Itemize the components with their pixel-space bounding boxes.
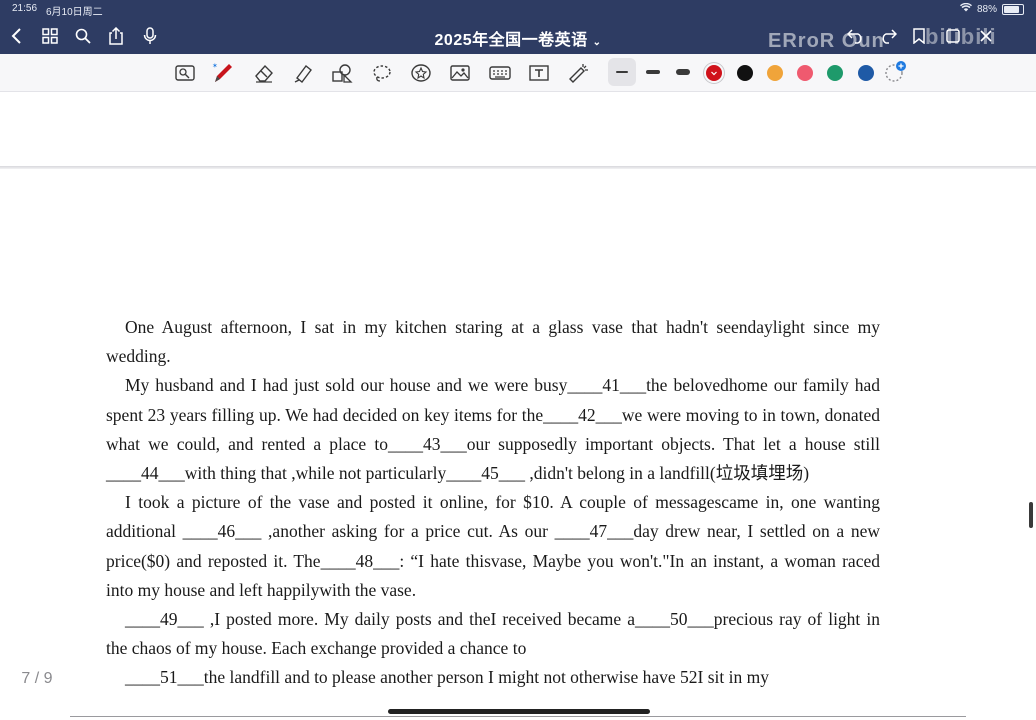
status-bar: 21:56 6月10日周二 88%: [0, 0, 1036, 18]
previous-page-area: [0, 92, 1036, 166]
lasso-icon[interactable]: [370, 61, 394, 85]
scrollbar-handle[interactable]: [1029, 502, 1033, 528]
add-color-icon[interactable]: [884, 60, 908, 84]
paragraph-5: ____51___the landfill and to please anot…: [125, 667, 769, 688]
textbox-icon[interactable]: [527, 61, 551, 85]
stroke-medium-button[interactable]: [646, 70, 660, 74]
color-swatch-orange[interactable]: [767, 65, 783, 81]
bilibili-watermark: bilibili: [925, 24, 997, 49]
color-swatch-pink[interactable]: [797, 65, 813, 81]
eraser-icon[interactable]: [252, 61, 276, 85]
highlighter-icon[interactable]: [292, 61, 316, 85]
sticker-icon[interactable]: [409, 61, 433, 85]
page-separator: [0, 166, 1036, 169]
wifi-icon: [959, 2, 972, 15]
pen-icon[interactable]: ✶: [211, 61, 235, 85]
page-indicator[interactable]: 7 / 9: [14, 666, 60, 692]
paragraph-1: One August afternoon, I sat in my kitche…: [106, 317, 880, 367]
top-bar: 21:56 6月10日周二 88% 2025年全国一卷英语 ⌄ ERroR Ou…: [0, 0, 1036, 54]
svg-text:✶: ✶: [212, 62, 218, 70]
color-swatch-blue[interactable]: [858, 65, 874, 81]
stroke-thin-icon: [616, 71, 628, 73]
lasso-image-icon[interactable]: [173, 61, 197, 85]
paragraph-3: I took a picture of the vase and posted …: [106, 492, 880, 600]
image-icon[interactable]: [448, 61, 472, 85]
color-swatch-green[interactable]: [827, 65, 843, 81]
stroke-thick-button[interactable]: [676, 69, 690, 75]
laser-pointer-icon[interactable]: [566, 61, 590, 85]
battery-icon: [1002, 3, 1024, 15]
color-swatch-red[interactable]: [706, 65, 722, 81]
status-date: 6月10日周二: [46, 7, 103, 18]
color-swatch-black[interactable]: [737, 65, 753, 81]
home-indicator[interactable]: [388, 709, 650, 714]
page-bottom-line: [70, 716, 966, 717]
drawing-toolbar: ✶: [0, 54, 1036, 92]
chevron-down-icon: ⌄: [592, 37, 602, 48]
status-right: 88%: [959, 2, 1024, 15]
watermark-text: ERroR Oun: [768, 30, 885, 52]
nav-bar: 2025年全国一卷英语 ⌄ ERroR Oun bilibili: [0, 18, 1036, 54]
paragraph-4: ____49___ ,I posted more. My daily posts…: [106, 609, 880, 659]
document-title-text: 2025年全国一卷英语: [434, 32, 588, 49]
battery-percent: 88%: [976, 3, 997, 15]
document-content: One August afternoon, I sat in my kitche…: [106, 313, 880, 693]
status-time: 21:56: [12, 3, 38, 14]
keyboard-icon[interactable]: [488, 61, 512, 85]
shape-icon[interactable]: [330, 61, 354, 85]
paragraph-2: My husband and I had just sold our house…: [106, 375, 880, 484]
